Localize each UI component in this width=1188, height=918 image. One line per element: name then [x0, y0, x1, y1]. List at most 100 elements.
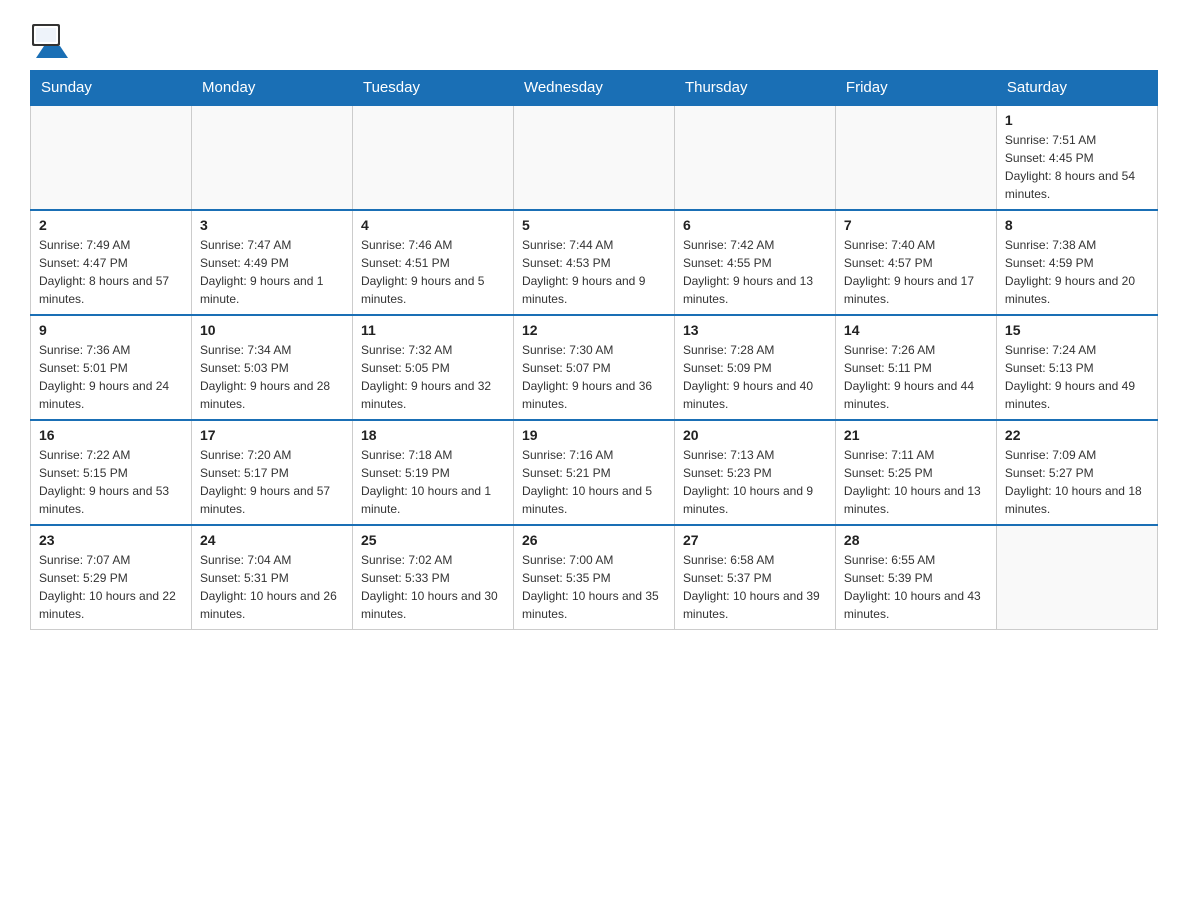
day-number: 23 [39, 532, 183, 548]
calendar-cell: 27 Sunrise: 6:58 AMSunset: 5:37 PMDayligh… [674, 525, 835, 630]
week-row-3: 9 Sunrise: 7:36 AMSunset: 5:01 PMDaylight… [31, 315, 1158, 420]
day-number: 14 [844, 322, 988, 338]
day-number: 20 [683, 427, 827, 443]
calendar-cell: 16Sunrise: 7:22 AMSunset: 5:15 PMDayligh… [31, 420, 192, 525]
day-number: 25 [361, 532, 505, 548]
calendar-cell [513, 105, 674, 210]
calendar-cell: 25 Sunrise: 7:02 AMSunset: 5:33 PMDayligh… [352, 525, 513, 630]
day-info: Sunrise: 7:30 AMSunset: 5:07 PMDaylight:… [522, 341, 666, 413]
calendar-cell: 28 Sunrise: 6:55 AMSunset: 5:39 PMDayligh… [835, 525, 996, 630]
day-info: Sunrise: 7:42 AMSunset: 4:55 PMDaylight:… [683, 236, 827, 308]
calendar-cell [835, 105, 996, 210]
calendar-cell: 20 Sunrise: 7:13 AMSunset: 5:23 PMDayligh… [674, 420, 835, 525]
logo [30, 20, 74, 60]
calendar-cell [31, 105, 192, 210]
day-number: 26 [522, 532, 666, 548]
day-number: 13 [683, 322, 827, 338]
calendar-cell: 14 Sunrise: 7:26 AMSunset: 5:11 PMDayligh… [835, 315, 996, 420]
day-number: 28 [844, 532, 988, 548]
day-info: Sunrise: 7:00 AMSunset: 5:35 PMDaylight:… [522, 551, 666, 623]
day-info: Sunrise: 7:36 AMSunset: 5:01 PMDaylight:… [39, 341, 183, 413]
day-info: Sunrise: 7:11 AMSunset: 5:25 PMDaylight:… [844, 446, 988, 518]
week-row-4: 16Sunrise: 7:22 AMSunset: 5:15 PMDayligh… [31, 420, 1158, 525]
calendar-cell: 26 Sunrise: 7:00 AMSunset: 5:35 PMDayligh… [513, 525, 674, 630]
calendar-cell: 19 Sunrise: 7:16 AMSunset: 5:21 PMDayligh… [513, 420, 674, 525]
day-info: Sunrise: 7:51 AMSunset: 4:45 PMDaylight:… [1005, 131, 1149, 203]
calendar-cell: 24Sunrise: 7:04 AMSunset: 5:31 PMDayligh… [191, 525, 352, 630]
day-number: 17 [200, 427, 344, 443]
day-number: 22 [1005, 427, 1149, 443]
day-info: Sunrise: 7:16 AMSunset: 5:21 PMDaylight:… [522, 446, 666, 518]
day-info: Sunrise: 7:34 AMSunset: 5:03 PMDaylight:… [200, 341, 344, 413]
day-info: Sunrise: 7:28 AMSunset: 5:09 PMDaylight:… [683, 341, 827, 413]
day-number: 2 [39, 217, 183, 233]
day-number: 11 [361, 322, 505, 338]
day-info: Sunrise: 7:47 AMSunset: 4:49 PMDaylight:… [200, 236, 344, 308]
calendar-cell [674, 105, 835, 210]
day-info: Sunrise: 7:44 AMSunset: 4:53 PMDaylight:… [522, 236, 666, 308]
calendar-cell: 23 Sunrise: 7:07 AMSunset: 5:29 PMDayligh… [31, 525, 192, 630]
calendar-cell: 12Sunrise: 7:30 AMSunset: 5:07 PMDayligh… [513, 315, 674, 420]
calendar-cell: 6 Sunrise: 7:42 AMSunset: 4:55 PMDaylight… [674, 210, 835, 315]
calendar-cell: 10 Sunrise: 7:34 AMSunset: 5:03 PMDayligh… [191, 315, 352, 420]
day-number: 4 [361, 217, 505, 233]
day-number: 10 [200, 322, 344, 338]
calendar-cell: 1 Sunrise: 7:51 AMSunset: 4:45 PMDaylight… [996, 105, 1157, 210]
week-row-5: 23 Sunrise: 7:07 AMSunset: 5:29 PMDayligh… [31, 525, 1158, 630]
calendar-cell [996, 525, 1157, 630]
calendar-cell: 9 Sunrise: 7:36 AMSunset: 5:01 PMDaylight… [31, 315, 192, 420]
day-info: Sunrise: 7:40 AMSunset: 4:57 PMDaylight:… [844, 236, 988, 308]
day-number: 8 [1005, 217, 1149, 233]
day-number: 19 [522, 427, 666, 443]
calendar-cell [191, 105, 352, 210]
week-row-2: 2Sunrise: 7:49 AMSunset: 4:47 PMDaylight… [31, 210, 1158, 315]
day-number: 18 [361, 427, 505, 443]
page-header [30, 20, 1158, 60]
day-info: Sunrise: 7:26 AMSunset: 5:11 PMDaylight:… [844, 341, 988, 413]
day-info: Sunrise: 7:24 AMSunset: 5:13 PMDaylight:… [1005, 341, 1149, 413]
calendar-cell [352, 105, 513, 210]
calendar-cell: 13 Sunrise: 7:28 AMSunset: 5:09 PMDayligh… [674, 315, 835, 420]
calendar-cell: 4 Sunrise: 7:46 AMSunset: 4:51 PMDaylight… [352, 210, 513, 315]
calendar-cell: 11 Sunrise: 7:32 AMSunset: 5:05 PMDayligh… [352, 315, 513, 420]
day-number: 24 [200, 532, 344, 548]
day-info: Sunrise: 7:02 AMSunset: 5:33 PMDaylight:… [361, 551, 505, 623]
day-number: 5 [522, 217, 666, 233]
day-number: 1 [1005, 112, 1149, 128]
day-info: Sunrise: 7:18 AMSunset: 5:19 PMDaylight:… [361, 446, 505, 518]
week-row-1: 1 Sunrise: 7:51 AMSunset: 4:45 PMDaylight… [31, 105, 1158, 210]
day-number: 7 [844, 217, 988, 233]
day-number: 21 [844, 427, 988, 443]
day-info: Sunrise: 7:46 AMSunset: 4:51 PMDaylight:… [361, 236, 505, 308]
calendar-cell: 15Sunrise: 7:24 AMSunset: 5:13 PMDayligh… [996, 315, 1157, 420]
weekday-header-saturday: Saturday [996, 71, 1157, 106]
calendar-cell: 8 Sunrise: 7:38 AMSunset: 4:59 PMDaylight… [996, 210, 1157, 315]
calendar-cell: 2Sunrise: 7:49 AMSunset: 4:47 PMDaylight… [31, 210, 192, 315]
calendar-cell: 21 Sunrise: 7:11 AMSunset: 5:25 PMDayligh… [835, 420, 996, 525]
weekday-header-monday: Monday [191, 71, 352, 106]
day-info: Sunrise: 6:55 AMSunset: 5:39 PMDaylight:… [844, 551, 988, 623]
day-info: Sunrise: 7:38 AMSunset: 4:59 PMDaylight:… [1005, 236, 1149, 308]
day-number: 9 [39, 322, 183, 338]
calendar-cell: 5 Sunrise: 7:44 AMSunset: 4:53 PMDaylight… [513, 210, 674, 315]
weekday-header-wednesday: Wednesday [513, 71, 674, 106]
weekday-header-row: SundayMondayTuesdayWednesdayThursdayFrid… [31, 71, 1158, 106]
calendar-cell: 7 Sunrise: 7:40 AMSunset: 4:57 PMDaylight… [835, 210, 996, 315]
calendar-cell: 17Sunrise: 7:20 AMSunset: 5:17 PMDayligh… [191, 420, 352, 525]
day-info: Sunrise: 6:58 AMSunset: 5:37 PMDaylight:… [683, 551, 827, 623]
day-info: Sunrise: 7:09 AMSunset: 5:27 PMDaylight:… [1005, 446, 1149, 518]
weekday-header-sunday: Sunday [31, 71, 192, 106]
day-info: Sunrise: 7:32 AMSunset: 5:05 PMDaylight:… [361, 341, 505, 413]
day-number: 27 [683, 532, 827, 548]
day-info: Sunrise: 7:13 AMSunset: 5:23 PMDaylight:… [683, 446, 827, 518]
day-info: Sunrise: 7:07 AMSunset: 5:29 PMDaylight:… [39, 551, 183, 623]
calendar-cell: 3Sunrise: 7:47 AMSunset: 4:49 PMDaylight… [191, 210, 352, 315]
day-info: Sunrise: 7:22 AMSunset: 5:15 PMDaylight:… [39, 446, 183, 518]
weekday-header-friday: Friday [835, 71, 996, 106]
day-number: 6 [683, 217, 827, 233]
calendar-cell: 22 Sunrise: 7:09 AMSunset: 5:27 PMDayligh… [996, 420, 1157, 525]
calendar-cell: 18 Sunrise: 7:18 AMSunset: 5:19 PMDayligh… [352, 420, 513, 525]
weekday-header-thursday: Thursday [674, 71, 835, 106]
weekday-header-tuesday: Tuesday [352, 71, 513, 106]
calendar: SundayMondayTuesdayWednesdayThursdayFrid… [30, 70, 1158, 630]
